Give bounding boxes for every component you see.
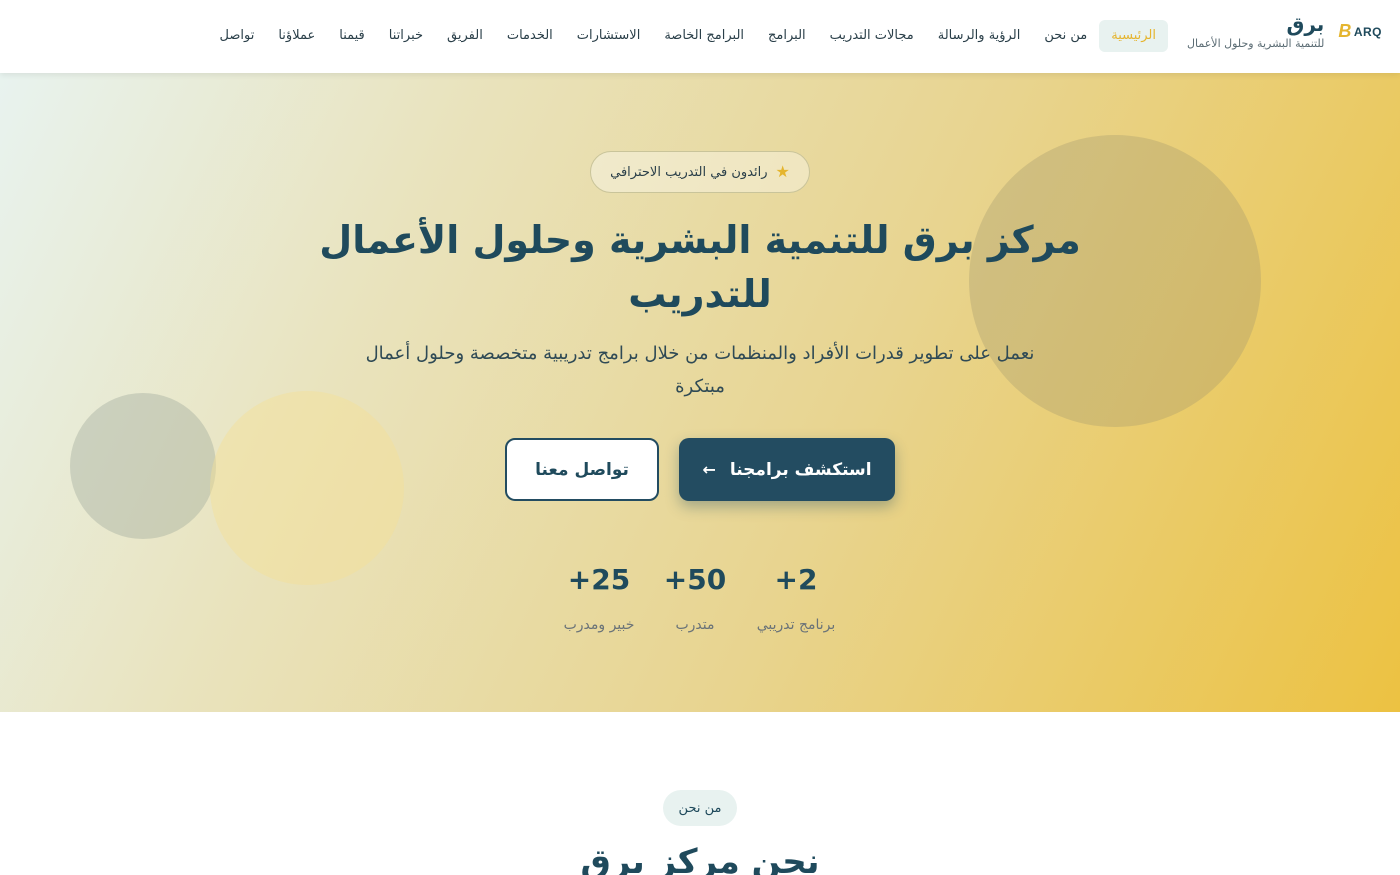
logo-mark: B ARQ [1338,21,1382,42]
stat-label: برنامج تدريبي [756,617,836,633]
logo-title: برق [1286,12,1325,36]
logo-subtitle: للتنمية البشرية وحلول الأعمال [1187,37,1325,50]
nav-item-contact[interactable]: تواصل [208,20,267,52]
nav-item-training-fields[interactable]: مجالات التدريب [818,20,926,52]
contact-us-label: تواصل معنا [535,459,629,480]
logo-texts: برق للتنمية البشرية وحلول الأعمال [1187,14,1324,49]
contact-us-button[interactable]: تواصل معنا [505,438,659,501]
hero-badge-text: رائدون في التدريب الاحترافي [610,164,768,180]
star-icon: ★ [775,162,790,181]
nav-item-about[interactable]: من نحن [1032,20,1099,52]
nav-item-special-programs[interactable]: البرامج الخاصة [652,20,756,52]
hero-section: ★ رائدون في التدريب الاحترافي مركز برق ل… [0,73,1400,712]
logo-mark-text: ARQ [1353,24,1382,39]
nav-item-services[interactable]: الخدمات [495,20,565,52]
stat-label: متدرب [675,617,715,633]
stat-value: +50 [663,563,727,596]
about-section-pill: من نحن [663,790,737,826]
logo-glyph: B [1338,21,1352,41]
stat-label: خبير ومدرب [563,617,635,633]
logo[interactable]: B ARQ برق للتنمية البشرية وحلول الأعمال [1187,14,1382,49]
about-section-title: نحن مركز برق [580,842,820,875]
stat-experts: +25 خبير ومدرب [544,561,654,633]
nav-item-experience[interactable]: خبراتنا [377,20,435,52]
decor-circle-small-yellow [210,391,404,585]
nav-item-programs[interactable]: البرامج [756,20,818,52]
nav-item-values[interactable]: قيمنا [327,20,377,52]
explore-programs-button[interactable]: استكشف برامجنا ← [679,438,895,501]
main-nav: الرئيسية من نحن الرؤية والرسالة مجالات ا… [208,20,1168,52]
nav-item-home[interactable]: الرئيسية [1099,20,1168,52]
stat-trainees: +50 متدرب [640,561,750,633]
stat-programs: +2 برنامج تدريبي [741,561,851,633]
hero-description: نعمل على تطوير قدرات الأفراد والمنظمات م… [365,343,1035,397]
nav-item-consulting[interactable]: الاستشارات [565,20,653,52]
hero-badge: ★ رائدون في التدريب الاحترافي [590,151,810,193]
site-header: B ARQ برق للتنمية البشرية وحلول الأعمال … [0,0,1400,73]
explore-programs-label: استكشف برامجنا [729,459,872,480]
nav-item-clients[interactable]: عملاؤنا [266,20,327,52]
nav-item-vision[interactable]: الرؤية والرسالة [926,20,1033,52]
stat-value: +2 [774,563,818,596]
hero-title: مركز برق للتنمية البشرية وحلول الأعمال ل… [319,218,1081,316]
nav-item-team[interactable]: الفريق [435,20,495,52]
decor-circle-small-gray [70,393,216,539]
arrow-left-icon: ← [702,459,716,479]
stat-value: +25 [567,563,631,596]
